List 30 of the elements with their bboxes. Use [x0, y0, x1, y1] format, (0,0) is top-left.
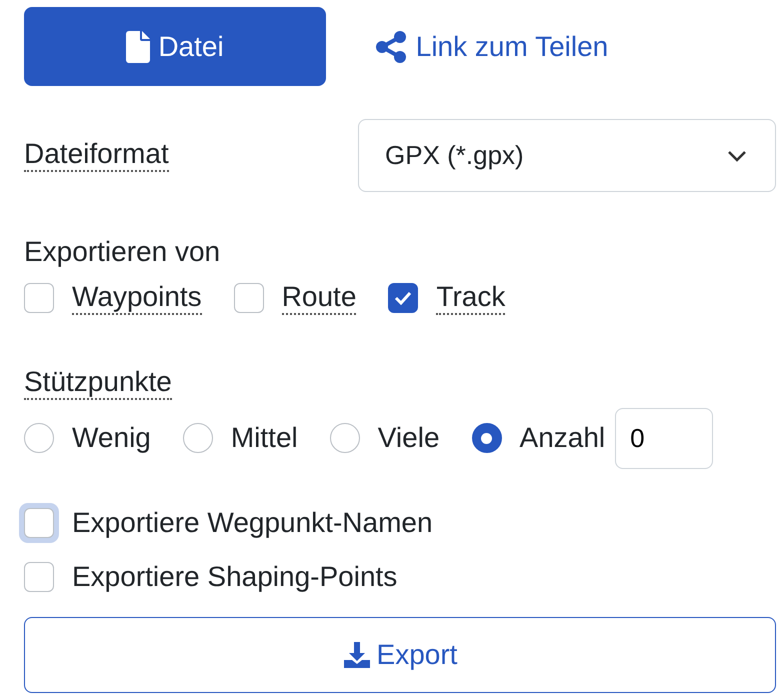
radio-button[interactable] — [472, 423, 502, 454]
checkbox-label: Waypoints — [72, 282, 202, 315]
checkbox[interactable] — [234, 283, 264, 314]
format-select[interactable]: GPX (*.gpx) — [358, 119, 776, 192]
checkbox[interactable] — [24, 562, 54, 592]
count-input[interactable]: 0 — [615, 408, 714, 469]
radio-label: Mittel — [230, 422, 298, 454]
radio-button[interactable] — [182, 423, 213, 454]
field-label: Dateiformat — [24, 139, 169, 172]
check-icon — [394, 291, 412, 306]
section-label: Stützpunkte — [24, 366, 172, 400]
share-icon — [374, 30, 408, 64]
checkbox-label: Track — [436, 282, 506, 315]
checkbox-label: Exportiere Wegpunkt-Namen — [72, 506, 433, 539]
tab[interactable]: Link zum Teilen — [326, 7, 656, 86]
checkbox-label: Exportiere Shaping-Points — [72, 560, 398, 593]
radio-label: Anzahl — [520, 422, 606, 454]
download-icon — [342, 640, 371, 669]
radio-label: Viele — [378, 422, 440, 454]
file-icon — [126, 30, 150, 62]
radio-button[interactable] — [24, 423, 54, 454]
chevron-icon — [727, 150, 747, 162]
checkbox[interactable] — [388, 283, 418, 314]
section-label: Exportieren von — [24, 236, 220, 268]
tab[interactable]: Datei — [24, 7, 326, 86]
radio-label: Wenig — [72, 422, 151, 454]
checkbox-label: Route — [282, 282, 356, 315]
export-button[interactable]: Export — [24, 616, 776, 693]
checkbox[interactable] — [24, 283, 54, 314]
radio-button[interactable] — [330, 423, 360, 454]
